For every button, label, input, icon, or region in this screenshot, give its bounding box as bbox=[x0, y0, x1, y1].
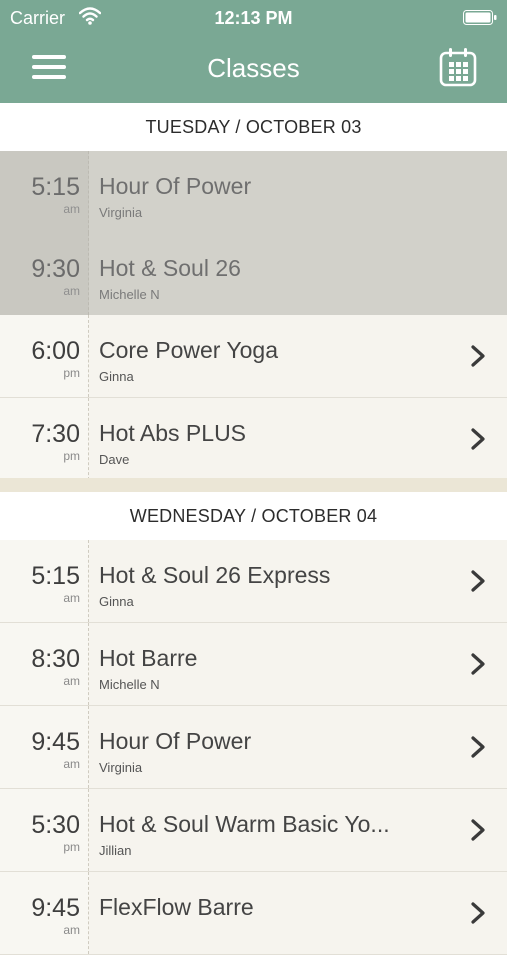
class-time: 8:30 bbox=[31, 645, 80, 673]
instructor-name: Virginia bbox=[99, 760, 143, 775]
class-ampm: am bbox=[63, 591, 80, 605]
day-header: WEDNESDAY / OCTOBER 04 bbox=[0, 492, 507, 540]
class-time: 9:30 bbox=[31, 255, 80, 283]
battery-icon bbox=[463, 10, 497, 25]
class-ampm: am bbox=[63, 284, 80, 298]
time-column: 8:30 am bbox=[0, 623, 89, 705]
class-ampm: am bbox=[63, 674, 80, 688]
class-time: 9:45 bbox=[31, 728, 80, 756]
class-time: 7:30 bbox=[31, 420, 80, 448]
instructor-name: Virginia bbox=[99, 205, 143, 220]
class-ampm: am bbox=[63, 202, 80, 216]
class-time: 5:15 bbox=[31, 562, 80, 590]
class-row[interactable]: 9:45 am FlexFlow Barre bbox=[0, 872, 507, 955]
instructor-name: Jillian bbox=[99, 843, 132, 858]
chevron-right-icon bbox=[471, 345, 485, 367]
time-column: 5:15 am bbox=[0, 151, 89, 233]
day-header: TUESDAY / OCTOBER 03 bbox=[0, 103, 507, 151]
calendar-icon[interactable] bbox=[439, 47, 477, 87]
status-time: 12:13 PM bbox=[214, 8, 293, 28]
chevron-right-icon bbox=[471, 428, 485, 450]
class-row[interactable]: 6:00 pm Core Power Yoga Ginna bbox=[0, 315, 507, 398]
class-row[interactable]: 8:30 am Hot Barre Michelle N bbox=[0, 623, 507, 706]
class-row-past: 5:15 am Hour Of Power Virginia bbox=[0, 151, 507, 233]
class-row[interactable]: 5:30 pm Hot & Soul Warm Basic Yo... Jill… bbox=[0, 789, 507, 872]
class-name: Hot & Soul 26 bbox=[99, 255, 241, 281]
time-column: 6:00 pm bbox=[0, 315, 89, 397]
class-name: Hot Abs PLUS bbox=[99, 420, 247, 446]
app-header: Carrier 12:13 PM Classes bbox=[0, 0, 507, 103]
class-name: Hot Barre bbox=[99, 645, 198, 671]
class-ampm: pm bbox=[63, 366, 80, 380]
section-divider bbox=[0, 478, 507, 492]
time-column: 9:30 am bbox=[0, 233, 89, 315]
class-ampm: pm bbox=[63, 840, 80, 854]
instructor-name: Michelle N bbox=[99, 287, 160, 302]
class-time: 6:00 bbox=[31, 337, 80, 365]
class-row-past: 9:30 am Hot & Soul 26 Michelle N bbox=[0, 233, 507, 315]
class-row[interactable]: 5:15 am Hot & Soul 26 Express Ginna bbox=[0, 540, 507, 623]
class-ampm: pm bbox=[63, 449, 80, 463]
instructor-name: Dave bbox=[99, 452, 130, 467]
class-time: 9:45 bbox=[31, 894, 80, 922]
class-name: Hot & Soul 26 Express bbox=[99, 562, 331, 588]
page-title: Classes bbox=[207, 53, 300, 83]
time-column: 5:30 pm bbox=[0, 789, 89, 871]
class-time: 5:15 bbox=[31, 173, 80, 201]
time-column: 5:15 am bbox=[0, 540, 89, 622]
instructor-name: Ginna bbox=[99, 594, 134, 609]
instructor-name: Michelle N bbox=[99, 677, 160, 692]
time-column: 9:45 am bbox=[0, 872, 89, 954]
chevron-right-icon bbox=[471, 653, 485, 675]
time-column: 9:45 am bbox=[0, 706, 89, 788]
class-list-day-2: 5:15 am Hot & Soul 26 Express Ginna 8:30… bbox=[0, 540, 507, 955]
class-name: Hour Of Power bbox=[99, 728, 252, 754]
class-list-day-1: 5:15 am Hour Of Power Virginia 9:30 am H… bbox=[0, 151, 507, 481]
time-column: 7:30 pm bbox=[0, 398, 89, 480]
status-bar: Carrier 12:13 PM bbox=[0, 0, 507, 36]
navigation-bar: Classes bbox=[0, 36, 507, 103]
instructor-name: Ginna bbox=[99, 369, 134, 384]
class-name: Core Power Yoga bbox=[99, 337, 279, 363]
chevron-right-icon bbox=[471, 570, 485, 592]
chevron-right-icon bbox=[471, 736, 485, 758]
class-time: 5:30 bbox=[31, 811, 80, 839]
class-ampm: am bbox=[63, 757, 80, 771]
class-name: Hot & Soul Warm Basic Yo... bbox=[99, 811, 390, 837]
class-row[interactable]: 7:30 pm Hot Abs PLUS Dave bbox=[0, 398, 507, 481]
class-ampm: am bbox=[63, 923, 80, 937]
class-name: Hour Of Power bbox=[99, 173, 252, 199]
chevron-right-icon bbox=[471, 819, 485, 841]
class-name: FlexFlow Barre bbox=[99, 894, 254, 920]
class-row[interactable]: 9:45 am Hour Of Power Virginia bbox=[0, 706, 507, 789]
chevron-right-icon bbox=[471, 902, 485, 924]
